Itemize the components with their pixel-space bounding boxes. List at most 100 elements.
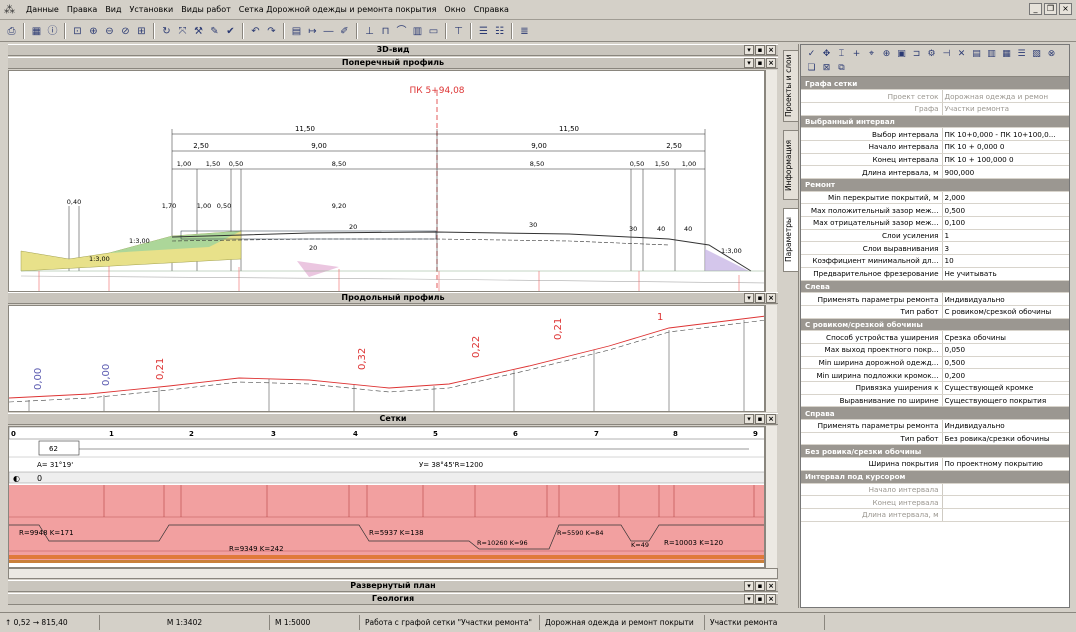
zoom-out-icon[interactable]: ⊖ bbox=[102, 24, 117, 39]
property-value[interactable]: 0,200 bbox=[942, 368, 1069, 382]
property-row[interactable]: Min перекрытие покрытий, м 2,000 bbox=[801, 191, 1069, 205]
property-value[interactable]: По проектному покрытию bbox=[942, 457, 1069, 471]
collapse-icon[interactable]: ▾ bbox=[744, 594, 754, 604]
property-row[interactable]: Предварительное фрезерование Не учитывать bbox=[801, 267, 1069, 281]
layers-b-icon[interactable]: ☷ bbox=[492, 24, 507, 39]
anchor-icon[interactable]: ⊤ bbox=[451, 24, 466, 39]
property-value[interactable]: Индивидуально bbox=[942, 292, 1069, 306]
arrow-icon[interactable]: ↦ bbox=[305, 24, 320, 39]
property-value[interactable]: 0,050 bbox=[942, 343, 1069, 357]
menu-settings[interactable]: Установки bbox=[126, 5, 178, 14]
move-icon[interactable]: ✥ bbox=[820, 48, 833, 60]
panel-cross-header[interactable]: Поперечный профиль ▾ ▪ × bbox=[8, 57, 778, 69]
property-row[interactable]: Привязка уширения к Существующей кромке bbox=[801, 381, 1069, 395]
property-row[interactable]: Начало интервала ПК 10 + 0,000 0 bbox=[801, 140, 1069, 154]
collapse-icon[interactable]: ▾ bbox=[744, 45, 754, 55]
collapse-icon[interactable]: ▾ bbox=[744, 581, 754, 591]
restore-icon[interactable]: ❐ bbox=[1044, 3, 1057, 15]
menu-help[interactable]: Справка bbox=[470, 5, 513, 14]
property-value[interactable]: 900,000 bbox=[942, 165, 1069, 179]
property-row[interactable]: Конец интервала ПК 10 + 100,000 0 bbox=[801, 153, 1069, 167]
ruler-icon[interactable]: ▭ bbox=[426, 24, 441, 39]
property-value[interactable]: Срезка обочины bbox=[942, 330, 1069, 344]
property-value[interactable]: 3 bbox=[942, 241, 1069, 256]
zoom-prev-icon[interactable]: ⊘ bbox=[118, 24, 133, 39]
menu-grid[interactable]: Сетка Дорожной одежды и ремонта покрытия bbox=[235, 5, 441, 14]
property-row[interactable]: Max выход проектного покр... 0,050 bbox=[801, 343, 1069, 357]
table-icon[interactable]: ▥ bbox=[410, 24, 425, 39]
property-row[interactable]: Min ширина дорожной одежд... 0,500 bbox=[801, 356, 1069, 370]
line-icon[interactable]: ― bbox=[321, 24, 336, 39]
doc-remove-icon[interactable]: ⊠ bbox=[820, 62, 833, 74]
property-value[interactable]: 1 bbox=[942, 229, 1069, 243]
copy-icon[interactable]: ❏ bbox=[805, 62, 818, 74]
property-value[interactable]: С ровиком/срезкой обочины bbox=[942, 305, 1069, 319]
crosshair-icon[interactable]: ⌖ bbox=[865, 48, 878, 60]
long-profile-canvas[interactable]: 0,00 0,00 0,21 0,32 0,22 0,21 1 bbox=[8, 305, 765, 412]
close-panel-icon[interactable]: × bbox=[766, 45, 776, 55]
property-value[interactable]: Существующей кромке bbox=[942, 381, 1069, 395]
chart-icon[interactable]: ▤ bbox=[970, 48, 983, 60]
grid-canvas[interactable]: 0 1 2 3 4 5 6 7 8 9 62 A= 31°19' У= 38°4… bbox=[8, 426, 765, 568]
close-panel-icon[interactable]: × bbox=[766, 293, 776, 303]
property-row[interactable]: Слои выравнивания 3 bbox=[801, 241, 1069, 256]
property-row[interactable]: Способ устройства уширения Срезка обочины bbox=[801, 330, 1069, 344]
property-value[interactable]: Без ровика/срезки обочины bbox=[942, 432, 1069, 446]
h-scrollbar[interactable] bbox=[8, 568, 778, 579]
paste-icon[interactable]: ⧉ bbox=[835, 62, 848, 74]
undo-icon[interactable]: ↶ bbox=[248, 24, 263, 39]
rotate-icon[interactable]: ↻ bbox=[159, 24, 174, 39]
property-row[interactable]: Начало интервала bbox=[801, 483, 1069, 497]
property-section[interactable]: Интервал под курсором bbox=[801, 470, 1069, 484]
float-icon[interactable]: ▪ bbox=[755, 45, 765, 55]
float-icon[interactable]: ▪ bbox=[755, 581, 765, 591]
close-panel-icon[interactable]: × bbox=[766, 594, 776, 604]
pin-icon[interactable]: ⌶ bbox=[835, 48, 848, 60]
long-scrollbar[interactable] bbox=[765, 305, 777, 412]
property-value[interactable]: 0,500 bbox=[942, 356, 1069, 370]
property-row[interactable]: Конец интервала bbox=[801, 495, 1069, 509]
property-row[interactable]: Выбор интервала ПК 10+0,000 - ПК 10+100,0… bbox=[801, 127, 1069, 141]
zoom-window-icon[interactable]: ⊡ bbox=[70, 24, 85, 39]
tab-projects-layers[interactable]: Проекты и слои bbox=[783, 50, 799, 122]
close-icon[interactable]: × bbox=[1059, 3, 1072, 15]
cross-scrollbar[interactable] bbox=[765, 70, 777, 292]
property-row[interactable]: Применять параметры ремонта Индивидуально bbox=[801, 292, 1069, 306]
property-value[interactable]: 2,000 bbox=[942, 191, 1069, 205]
tab-information[interactable]: Информация bbox=[783, 130, 799, 200]
road-icon[interactable]: ⊓ bbox=[378, 24, 393, 39]
property-value[interactable] bbox=[942, 495, 1069, 509]
menu-view[interactable]: Вид bbox=[101, 5, 125, 14]
block-icon[interactable]: ▧ bbox=[1030, 48, 1043, 60]
check-icon[interactable]: ✔ bbox=[223, 24, 238, 39]
property-row[interactable]: Тип работ Без ровика/срезки обочины bbox=[801, 432, 1069, 446]
close-panel-icon[interactable]: × bbox=[766, 414, 776, 424]
property-value[interactable]: 0,500 bbox=[942, 203, 1069, 218]
split-icon[interactable]: ⊣ bbox=[940, 48, 953, 60]
gear-icon[interactable]: ⚙ bbox=[925, 48, 938, 60]
property-value[interactable]: ПК 10 + 100,000 0 bbox=[942, 153, 1069, 167]
property-section[interactable]: Без ровика/срезки обочины bbox=[801, 444, 1069, 459]
menu-window[interactable]: Окно bbox=[440, 5, 469, 14]
collapse-icon[interactable]: ▾ bbox=[744, 293, 754, 303]
property-value[interactable]: ПК 10 + 0,000 0 bbox=[942, 140, 1069, 154]
redo-icon[interactable]: ↷ bbox=[264, 24, 279, 39]
property-row[interactable]: Тип работ С ровиком/срезкой обочины bbox=[801, 305, 1069, 319]
close-panel-icon[interactable]: × bbox=[766, 58, 776, 68]
layers-c-icon[interactable]: ≣ bbox=[517, 24, 532, 39]
property-row[interactable]: Слои усиления 1 bbox=[801, 229, 1069, 243]
pen-icon[interactable]: ✎ bbox=[207, 24, 222, 39]
property-value[interactable]: Индивидуально bbox=[942, 419, 1069, 433]
brush-icon[interactable]: ✐ bbox=[337, 24, 352, 39]
list-icon[interactable]: ☰ bbox=[1015, 48, 1028, 60]
close-panel-icon[interactable]: × bbox=[766, 581, 776, 591]
property-row[interactable]: Ширина покрытия По проектному покрытию bbox=[801, 457, 1069, 471]
property-value[interactable] bbox=[942, 483, 1069, 497]
fit-icon[interactable]: ⤧ bbox=[175, 24, 190, 39]
property-row[interactable]: Проект сеток Дорожная одежда и ремон bbox=[801, 89, 1069, 103]
delete-icon[interactable]: ✕ bbox=[955, 48, 968, 60]
property-value[interactable]: Дорожная одежда и ремон bbox=[942, 89, 1069, 103]
target-icon[interactable]: ⊕ bbox=[880, 48, 893, 60]
panel-3d-header[interactable]: 3D-вид ▾ ▪ × bbox=[8, 44, 778, 56]
property-section[interactable]: Слева bbox=[801, 280, 1069, 294]
